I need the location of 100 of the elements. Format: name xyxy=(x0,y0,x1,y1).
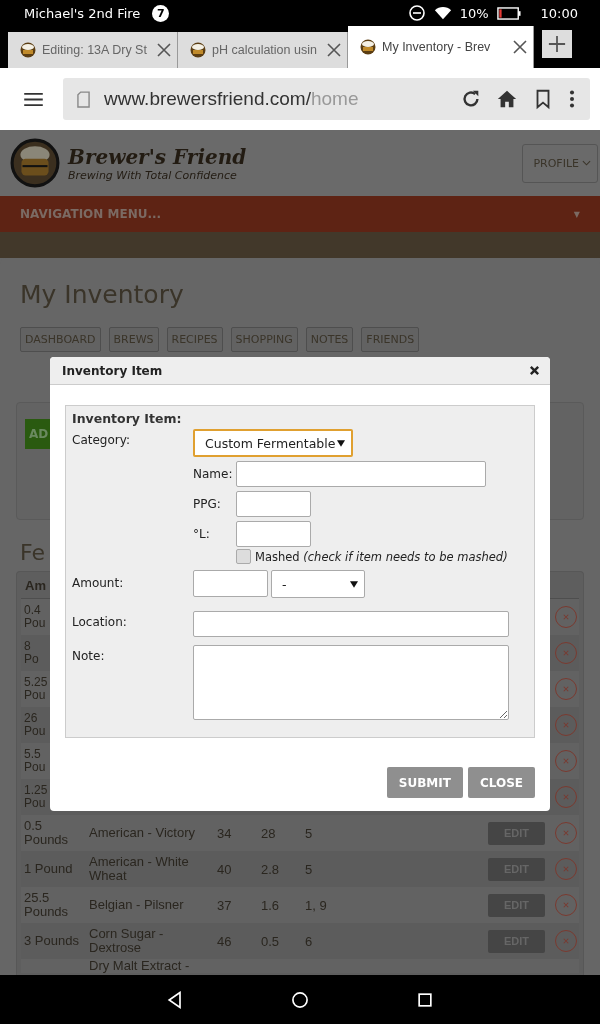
browser-tab[interactable]: Editing: 13A Dry St xyxy=(8,32,178,68)
amount-cell-text: 25.5 Pounds xyxy=(24,890,70,920)
page-tab[interactable]: FRIENDS xyxy=(361,327,420,352)
field-label: Note: xyxy=(72,648,106,663)
field-label: Location: xyxy=(72,614,128,629)
beer-barrel-logo-icon xyxy=(10,138,60,188)
beer-mug-icon xyxy=(20,42,36,58)
add-button[interactable]: AD xyxy=(25,419,53,449)
ppg-input[interactable] xyxy=(236,491,311,517)
field-label: °L: xyxy=(193,527,211,541)
beer-mug-icon xyxy=(190,42,206,58)
close-icon[interactable] xyxy=(513,40,527,54)
submit-button[interactable]: SUBMIT xyxy=(386,767,463,798)
amount-cell: 1.25 Pou xyxy=(24,783,48,811)
name-cell-text: Corn Sugar - Dextrose xyxy=(89,926,165,956)
ppg-cell-text: 34 xyxy=(217,825,233,841)
close-icon xyxy=(563,902,569,908)
category-select[interactable]: Custom Fermentable xyxy=(193,429,353,457)
checkbox-label: Mashed (check if item needs to be mashed) xyxy=(255,549,508,564)
wifi-icon xyxy=(433,4,452,22)
lovibond-cell-text: 1.6 xyxy=(261,897,281,913)
browser-tab[interactable]: My Inventory - Brev xyxy=(348,26,534,68)
tab-title: pH calculation usin xyxy=(212,43,318,57)
site-logo-title: Brewer's Friend xyxy=(68,144,248,169)
close-icon xyxy=(563,686,569,692)
lovibond-cell-text: 2.8 xyxy=(261,861,281,877)
device-name: Michael's 2nd Fire xyxy=(24,5,141,21)
lovibond-cell-text: 28 xyxy=(261,825,277,841)
note-textarea[interactable] xyxy=(193,645,509,720)
notification-count: 7 xyxy=(152,4,170,22)
navigation-menu[interactable]: NAVIGATION MENU... ▼ xyxy=(0,196,600,232)
url-text: www.brewersfriend.com/home xyxy=(104,88,360,110)
name-cell-text: Dry Malt Extract - xyxy=(89,959,191,974)
more-options-icon[interactable] xyxy=(568,88,576,110)
dropdown-arrow-icon xyxy=(337,439,345,447)
amount-cell-text: 8 Po xyxy=(24,639,40,667)
home-icon[interactable] xyxy=(496,88,518,110)
home-circle-icon[interactable] xyxy=(290,989,310,1010)
chevron-down-icon xyxy=(582,160,591,166)
lovibond-cell-text: 0.5 xyxy=(261,933,281,949)
amount-input[interactable] xyxy=(193,570,268,597)
amount-cell-text: 0.5 Pounds xyxy=(24,818,70,848)
address-field[interactable]: www.brewersfriend.com/home xyxy=(63,78,590,120)
page-tab[interactable]: SHOPPING xyxy=(230,327,298,352)
do-not-disturb-icon xyxy=(407,4,426,22)
new-tab-button[interactable] xyxy=(542,30,572,58)
page-title: My Inventory xyxy=(20,280,184,309)
field-label: Amount: xyxy=(72,575,125,590)
table-cell-text: 5 xyxy=(305,825,314,841)
beer-mug-icon xyxy=(360,39,376,55)
dialog-title: Inventory Item xyxy=(62,363,163,378)
close-icon xyxy=(563,722,569,728)
amount-cell-text: 26 Pou xyxy=(24,711,47,739)
lovibond-input[interactable] xyxy=(236,521,311,547)
battery-icon xyxy=(496,6,521,20)
page-tab[interactable]: RECIPES xyxy=(166,327,223,352)
mashed-checkbox[interactable] xyxy=(236,549,251,564)
tab-title: Editing: 13A Dry St xyxy=(42,43,148,57)
amount-cell-text: 5.5 Pou xyxy=(24,747,47,775)
ppg-cell-text: 37 xyxy=(217,897,233,913)
table-cell-text: 1, 9 xyxy=(305,897,328,913)
close-icon xyxy=(563,830,569,836)
ppg-cell-text: 46 xyxy=(217,933,233,949)
close-icon[interactable] xyxy=(529,365,540,376)
name-input[interactable] xyxy=(236,461,486,487)
amount-cell: 5.25 Pou xyxy=(24,675,48,703)
name-cell-text: American - Victory xyxy=(89,825,196,841)
page-tab[interactable]: BREWS xyxy=(108,327,159,352)
amount-cell-text: 0.4 Pou xyxy=(24,603,47,631)
dropdown-arrow-icon xyxy=(350,580,358,588)
menu-icon[interactable] xyxy=(24,92,43,106)
site-tagline: Brewing With Total Confidence xyxy=(68,168,238,182)
page-icon xyxy=(77,90,90,108)
close-icon xyxy=(563,794,569,800)
field-label: Category: xyxy=(72,432,131,447)
location-input[interactable] xyxy=(193,611,509,637)
close-icon xyxy=(563,866,569,872)
navigation-label: NAVIGATION MENU... xyxy=(20,207,162,221)
browser-tab[interactable]: pH calculation usin xyxy=(178,32,348,68)
form-legend: Inventory Item: xyxy=(72,411,528,426)
tab-title: My Inventory - Brev xyxy=(382,40,492,54)
page-tab[interactable]: NOTES xyxy=(305,327,354,352)
ppg-cell-text: 40 xyxy=(217,861,233,877)
profile-button[interactable]: PROFILE xyxy=(522,143,598,183)
page-tab[interactable]: DASHBOARD xyxy=(20,327,101,352)
close-icon xyxy=(563,614,569,620)
battery-percent: 10% xyxy=(459,5,489,21)
close-icon xyxy=(563,650,569,656)
name-cell-text: Belgian - Pilsner xyxy=(89,897,185,913)
table-cell-text: 6 xyxy=(305,933,314,949)
unit-select[interactable]: - xyxy=(271,570,365,598)
close-button[interactable]: CLOSE xyxy=(467,767,535,798)
name-cell-text: American - White Wheat xyxy=(89,854,190,884)
close-icon xyxy=(563,938,569,944)
amount-cell-text: 3 Pounds xyxy=(24,933,80,949)
plus-icon xyxy=(548,35,566,53)
caret-icon: ▼ xyxy=(573,209,580,219)
amount-cell-text: 1 Pound xyxy=(24,861,74,877)
column-header: Am xyxy=(25,577,46,593)
close-icon xyxy=(563,758,569,764)
